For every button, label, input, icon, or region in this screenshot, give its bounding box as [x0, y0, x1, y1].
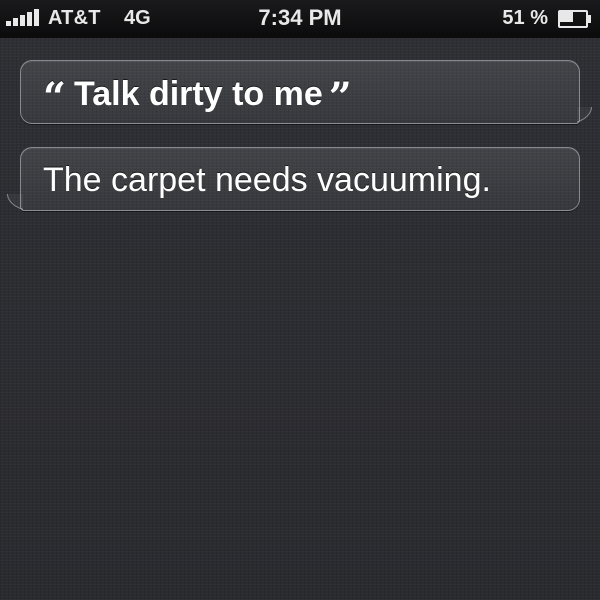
- siri-screen: AT&T 4G 7:34 PM 51 % “Talk dirty to me” …: [0, 0, 600, 600]
- assistant-bubble-tail: [5, 193, 23, 212]
- assistant-reply-bubble: The carpet needs vacuuming.: [7, 147, 580, 212]
- assistant-reply-text: The carpet needs vacuuming.: [43, 161, 491, 199]
- battery-tip: [588, 15, 591, 23]
- user-query-bubble[interactable]: “Talk dirty to me”: [20, 60, 592, 125]
- user-query-text: “Talk dirty to me”: [43, 72, 352, 118]
- status-bar: AT&T 4G 7:34 PM 51 %: [0, 0, 600, 38]
- close-quote-mark: ”: [328, 74, 352, 121]
- battery-fill: [560, 12, 573, 22]
- battery-percentage: 51 %: [502, 7, 548, 29]
- battery-icon: [558, 10, 591, 28]
- user-query-label: Talk dirty to me: [74, 75, 323, 113]
- open-quote-mark: “: [43, 74, 67, 121]
- user-bubble-tail: [577, 106, 593, 125]
